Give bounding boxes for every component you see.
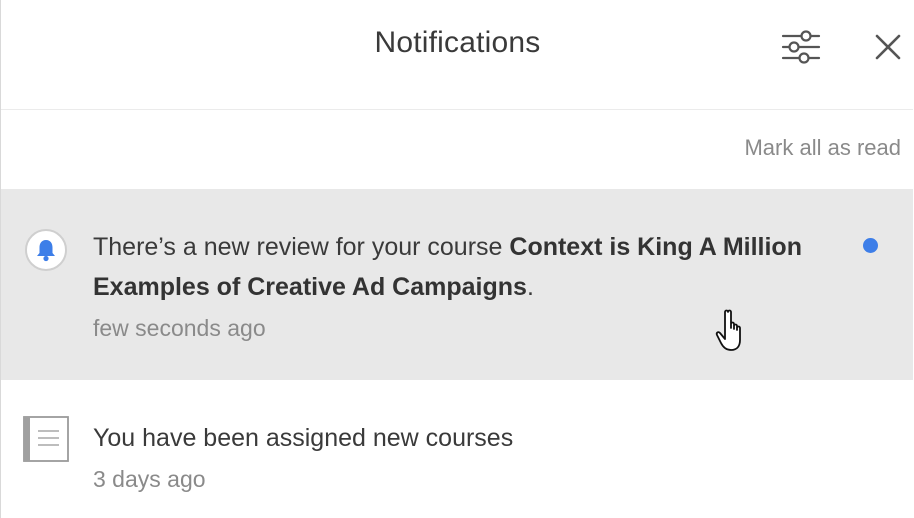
document-icon <box>21 414 71 464</box>
mark-all-read-link[interactable]: Mark all as read <box>744 135 901 161</box>
notification-message: There’s a new review for your course Con… <box>93 227 823 307</box>
notification-time: few seconds ago <box>93 315 266 341</box>
mark-all-row: Mark all as read <box>1 111 913 189</box>
notifications-panel: Notifications Mark all as read There’s a… <box>0 0 913 518</box>
notification-message: You have been assigned new courses <box>93 424 514 452</box>
unread-indicator-dot <box>863 238 878 253</box>
panel-header: Notifications <box>1 0 913 110</box>
notification-time: 3 days ago <box>93 466 206 492</box>
sliders-icon <box>781 30 821 64</box>
close-button[interactable] <box>867 26 909 68</box>
panel-title: Notifications <box>374 26 541 59</box>
notification-item[interactable]: There’s a new review for your course Con… <box>1 189 913 380</box>
notification-item[interactable]: You have been assigned new courses 3 day… <box>1 380 913 518</box>
bell-icon <box>23 227 69 273</box>
hand-pointer-cursor-icon <box>715 308 755 358</box>
notification-text-prefix: There’s a new review for your course <box>93 233 510 261</box>
close-icon <box>875 34 901 60</box>
notification-settings-button[interactable] <box>779 28 823 66</box>
notification-text-suffix: . <box>526 273 534 301</box>
